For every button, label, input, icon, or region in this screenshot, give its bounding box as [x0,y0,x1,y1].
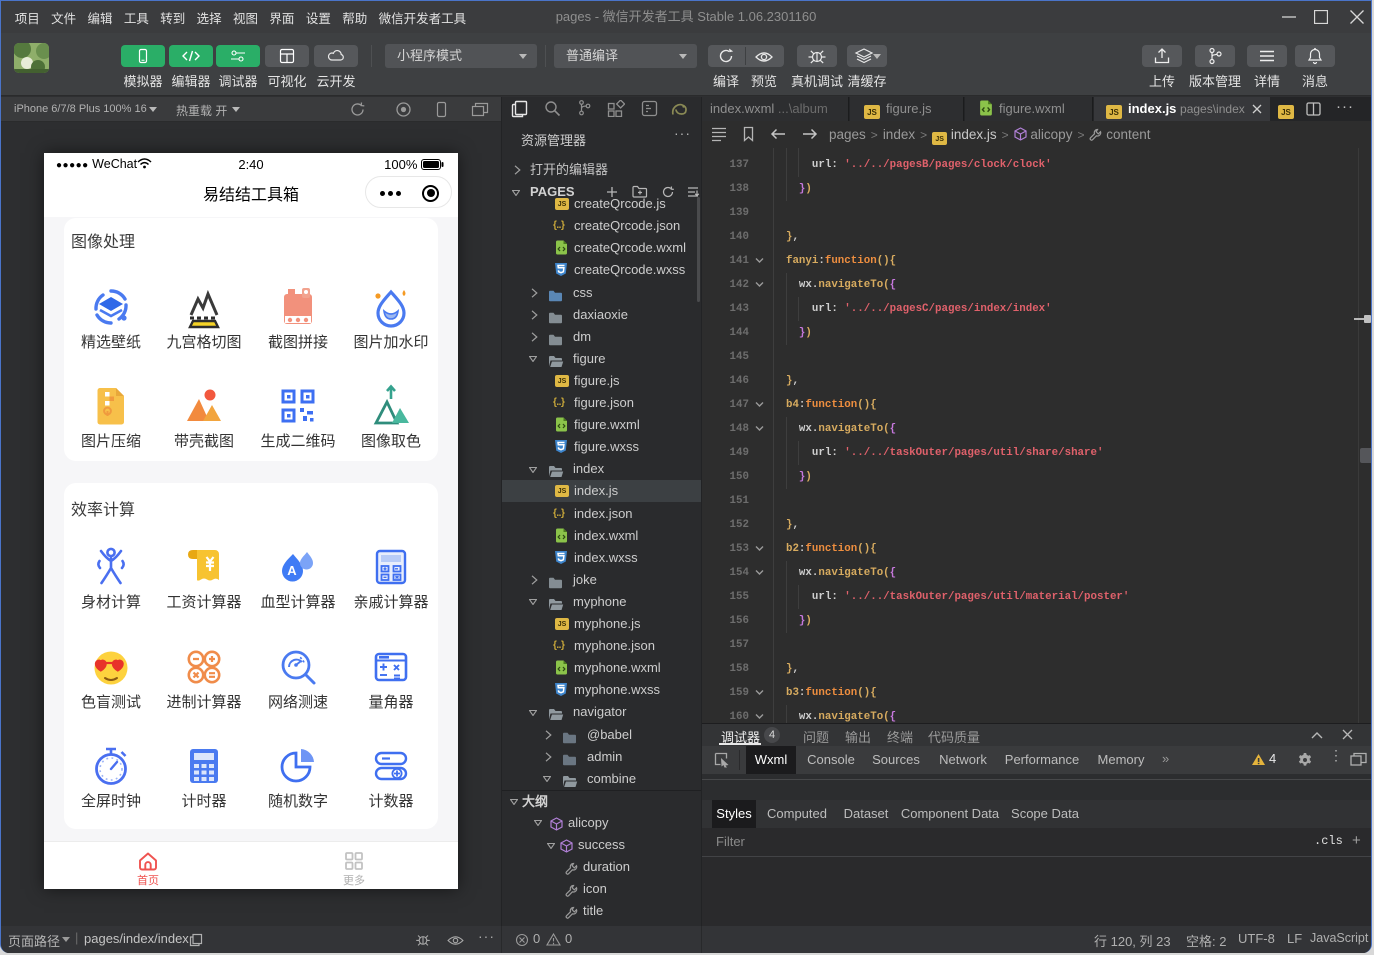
svg-text:A: A [287,563,297,578]
